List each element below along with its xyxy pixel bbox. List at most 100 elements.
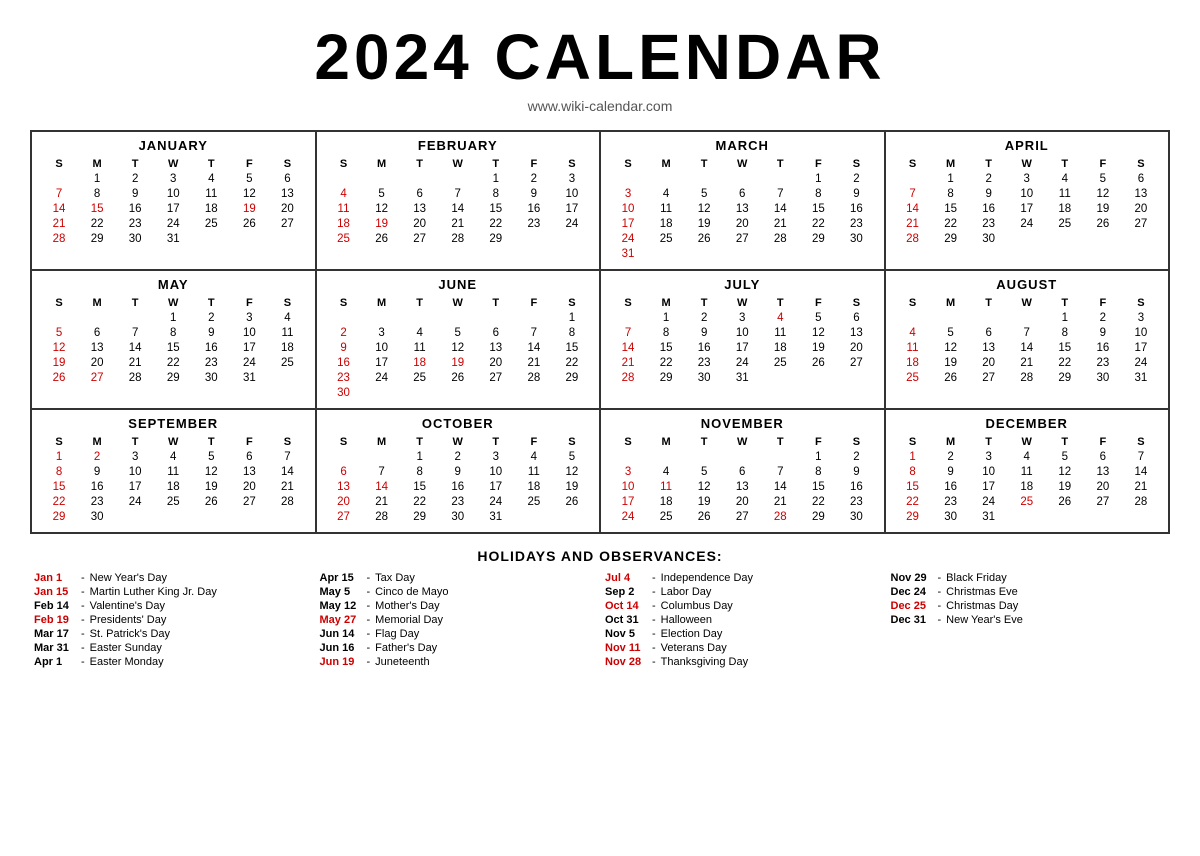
calendar-day — [553, 385, 591, 400]
calendar-day: 10 — [609, 201, 647, 216]
calendar-day: 27 — [723, 231, 761, 246]
calendar-day: 28 — [1122, 494, 1160, 509]
calendar-day: 11 — [401, 340, 439, 355]
day-header: F — [230, 296, 268, 310]
month-block: OCTOBERSMTWTFS12345678910111213141516171… — [317, 410, 602, 534]
day-header: T — [761, 157, 799, 171]
calendar-day: 30 — [192, 370, 230, 385]
holiday-date: Jun 16 — [320, 642, 362, 654]
calendar-day: 25 — [401, 370, 439, 385]
holiday-name: Christmas Eve — [946, 586, 1018, 598]
calendar-day: 24 — [363, 370, 401, 385]
holiday-name: Juneteenth — [375, 656, 429, 668]
holiday-date: Dec 31 — [891, 614, 933, 626]
calendar-day: 21 — [1122, 479, 1160, 494]
calendar-day: 16 — [685, 340, 723, 355]
day-header: S — [837, 435, 875, 449]
day-header: F — [799, 296, 837, 310]
calendar-day: 1 — [553, 310, 591, 325]
day-header: M — [78, 296, 116, 310]
calendar-day: 27 — [325, 509, 363, 524]
calendar-day: 16 — [192, 340, 230, 355]
day-header: S — [837, 296, 875, 310]
holiday-date: May 5 — [320, 586, 362, 598]
calendar-day: 14 — [894, 201, 932, 216]
calendar-day: 4 — [647, 186, 685, 201]
calendar-day: 23 — [837, 494, 875, 509]
day-header: F — [1084, 296, 1122, 310]
holiday-item: Nov 29-Black Friday — [891, 572, 1167, 584]
calendar-day: 22 — [154, 355, 192, 370]
holiday-item: Apr 1-Easter Monday — [34, 656, 310, 668]
calendar-day: 25 — [761, 355, 799, 370]
holiday-date: Oct 14 — [605, 600, 647, 612]
holiday-item: May 5-Cinco de Mayo — [320, 586, 596, 598]
calendar-day: 13 — [401, 201, 439, 216]
day-header: S — [609, 157, 647, 171]
holiday-item: Nov 28-Thanksgiving Day — [605, 656, 881, 668]
calendar-day — [837, 370, 875, 385]
month-name: MARCH — [609, 138, 876, 153]
month-table: SMTWTFS123456789101112131415161718192021… — [325, 435, 592, 524]
calendar-day: 24 — [609, 231, 647, 246]
calendar-day: 20 — [837, 340, 875, 355]
calendar-day: 15 — [647, 340, 685, 355]
calendar-day: 29 — [40, 509, 78, 524]
calendar-day — [685, 246, 723, 261]
month-block: JULYSMTWTFS12345678910111213141516171819… — [601, 271, 886, 410]
holiday-date: Apr 15 — [320, 572, 362, 584]
calendar-day: 3 — [723, 310, 761, 325]
calendar-day: 2 — [192, 310, 230, 325]
calendar-day: 3 — [609, 186, 647, 201]
calendar-day: 18 — [894, 355, 932, 370]
calendar-day: 1 — [799, 449, 837, 464]
calendar-day — [116, 310, 154, 325]
calendar-day — [268, 370, 306, 385]
holiday-item: Oct 14-Columbus Day — [605, 600, 881, 612]
calendar-day: 29 — [401, 509, 439, 524]
holiday-date: Feb 14 — [34, 600, 76, 612]
calendar-day: 30 — [932, 509, 970, 524]
holiday-name: Election Day — [661, 628, 723, 640]
calendar-day — [325, 310, 363, 325]
calendar-day: 4 — [268, 310, 306, 325]
calendar-day: 17 — [723, 340, 761, 355]
calendar-day: 29 — [894, 509, 932, 524]
holiday-name: Labor Day — [661, 586, 712, 598]
calendar-day: 10 — [970, 464, 1008, 479]
calendar-day: 11 — [325, 201, 363, 216]
holiday-item: Mar 31-Easter Sunday — [34, 642, 310, 654]
calendar-day: 24 — [1008, 216, 1046, 231]
calendar-day: 11 — [1046, 186, 1084, 201]
holiday-item: May 27-Memorial Day — [320, 614, 596, 626]
month-block: FEBRUARYSMTWTFS1234567891011121314151617… — [317, 132, 602, 271]
calendar-day — [363, 310, 401, 325]
calendar-day: 1 — [894, 449, 932, 464]
calendar-day: 25 — [325, 231, 363, 246]
month-name: AUGUST — [894, 277, 1161, 292]
calendar-day: 17 — [1122, 340, 1160, 355]
day-header: W — [1008, 296, 1046, 310]
calendar-day: 2 — [970, 171, 1008, 186]
holiday-date: Nov 29 — [891, 572, 933, 584]
calendar-day: 5 — [1046, 449, 1084, 464]
calendar-day: 31 — [1122, 370, 1160, 385]
calendar-day: 27 — [1084, 494, 1122, 509]
calendar-day: 2 — [116, 171, 154, 186]
holidays-title: HOLIDAYS AND OBSERVANCES: — [34, 548, 1166, 564]
month-name: FEBRUARY — [325, 138, 592, 153]
calendar-day: 14 — [1008, 340, 1046, 355]
calendar-day: 22 — [799, 216, 837, 231]
month-table: SMTWTFS123456789101112131415161718192021… — [40, 296, 307, 385]
calendar-day: 18 — [401, 355, 439, 370]
calendar-day: 11 — [268, 325, 306, 340]
calendar-day: 23 — [1084, 355, 1122, 370]
calendar-day: 7 — [40, 186, 78, 201]
calendar-day — [325, 449, 363, 464]
calendar-day: 19 — [40, 355, 78, 370]
calendar-day: 6 — [1084, 449, 1122, 464]
calendar-day: 9 — [325, 340, 363, 355]
page-subtitle: www.wiki-calendar.com — [30, 98, 1170, 114]
calendar-day: 27 — [477, 370, 515, 385]
calendar-day: 22 — [78, 216, 116, 231]
